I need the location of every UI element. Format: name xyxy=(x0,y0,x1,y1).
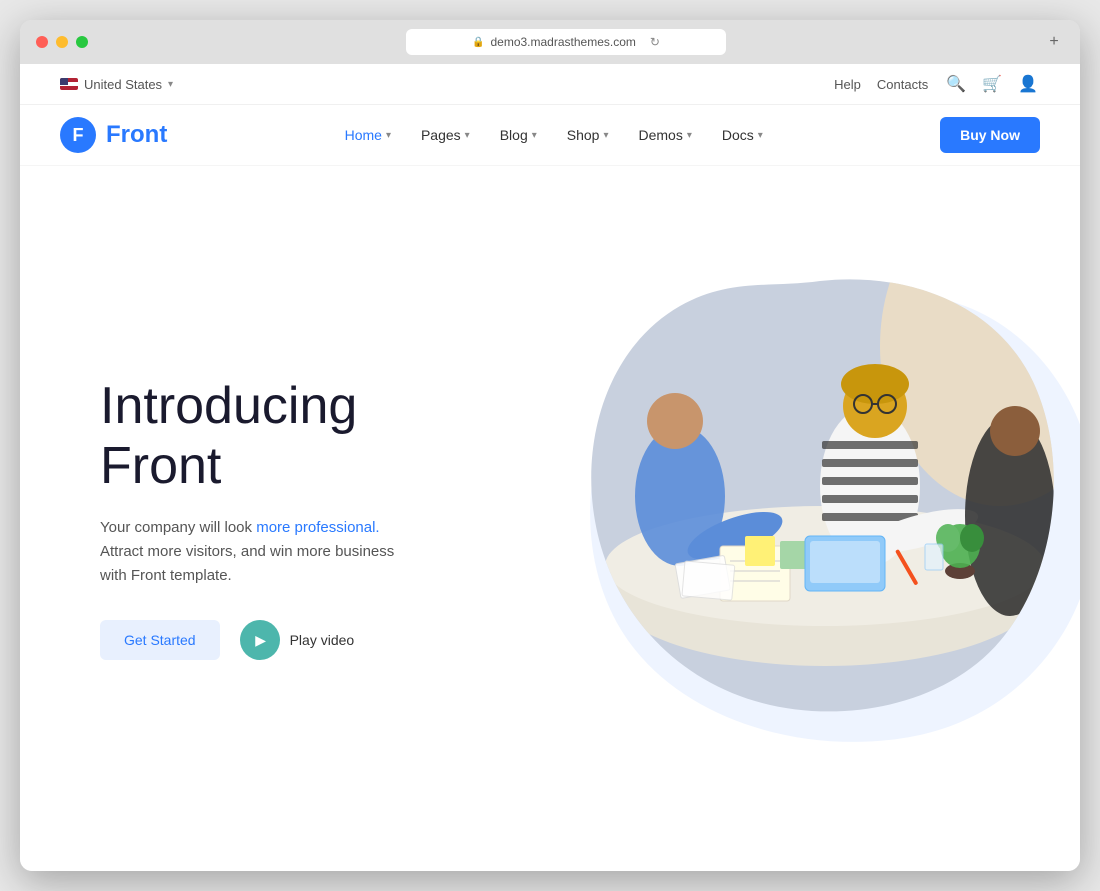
hero-title: Introducing Front xyxy=(100,377,400,497)
hero-actions: Get Started ▶ Play video xyxy=(100,620,400,660)
get-started-button[interactable]: Get Started xyxy=(100,620,220,660)
nav-label-shop: Shop xyxy=(567,127,600,143)
play-video-button[interactable]: ▶ Play video xyxy=(240,620,355,660)
hero-description: Your company will look more professional… xyxy=(100,516,400,588)
new-tab-button[interactable]: + xyxy=(1044,32,1064,52)
hero-title-line2: Front xyxy=(100,437,221,495)
hero-image-container xyxy=(540,246,1080,776)
browser-titlebar: 🔒 demo3.madrasthemes.com ↻ + xyxy=(20,20,1080,64)
nav-item-shop: Shop ▾ xyxy=(555,119,621,151)
top-bar: United States ▾ Help Contacts 🔍 🛒 👤 xyxy=(20,64,1080,105)
address-bar[interactable]: 🔒 demo3.madrasthemes.com ↻ xyxy=(406,29,726,55)
nav-chevron-pages-icon: ▾ xyxy=(465,130,470,141)
buy-now-button[interactable]: Buy Now xyxy=(940,117,1040,153)
lock-icon: 🔒 xyxy=(472,37,484,48)
contacts-link[interactable]: Contacts xyxy=(877,77,928,92)
nav-label-home: Home xyxy=(345,127,382,143)
nav-link-home[interactable]: Home ▾ xyxy=(333,119,403,151)
url-text: demo3.madrasthemes.com xyxy=(490,35,635,49)
nav-chevron-home-icon: ▾ xyxy=(386,130,391,141)
close-btn[interactable] xyxy=(36,36,48,48)
nav-label-pages: Pages xyxy=(421,127,461,143)
hero-title-line1: Introducing xyxy=(100,377,357,435)
locale-chevron-icon: ▾ xyxy=(168,79,173,90)
maximize-btn[interactable] xyxy=(76,36,88,48)
logo-icon: F xyxy=(60,117,96,153)
top-bar-icons: 🔍 🛒 👤 xyxy=(944,72,1040,96)
logo-letter: F xyxy=(73,125,84,146)
nav-link-shop[interactable]: Shop ▾ xyxy=(555,119,621,151)
main-nav: F Front Home ▾ Pages ▾ xyxy=(20,105,1080,166)
team-photo xyxy=(580,266,1070,726)
hero-content: Introducing Front Your company will look… xyxy=(100,377,400,661)
search-icon[interactable]: 🔍 xyxy=(944,72,968,96)
help-link[interactable]: Help xyxy=(834,77,861,92)
flag-icon xyxy=(60,78,78,90)
nav-chevron-demos-icon: ▾ xyxy=(687,130,692,141)
nav-menu: Home ▾ Pages ▾ Blog ▾ xyxy=(333,119,775,151)
hero-desc-suffix: Attract more visitors, and win more busi… xyxy=(100,543,394,584)
nav-label-docs: Docs xyxy=(722,127,754,143)
hero-section: Introducing Front Your company will look… xyxy=(20,166,1080,871)
nav-link-blog[interactable]: Blog ▾ xyxy=(488,119,549,151)
top-bar-right: Help Contacts 🔍 🛒 👤 xyxy=(834,72,1040,96)
nav-link-docs[interactable]: Docs ▾ xyxy=(710,119,775,151)
nav-label-blog: Blog xyxy=(500,127,528,143)
hero-desc-prefix: Your company will look xyxy=(100,519,256,536)
account-icon[interactable]: 👤 xyxy=(1016,72,1040,96)
minimize-btn[interactable] xyxy=(56,36,68,48)
locale-selector[interactable]: United States ▾ xyxy=(60,77,173,92)
address-bar-container: 🔒 demo3.madrasthemes.com ↻ xyxy=(156,29,976,55)
browser-window: 🔒 demo3.madrasthemes.com ↻ + United Stat… xyxy=(20,20,1080,871)
nav-label-demos: Demos xyxy=(639,127,683,143)
hero-desc-highlight: more professional. xyxy=(256,519,379,536)
logo-name: Front xyxy=(106,121,167,149)
nav-link-pages[interactable]: Pages ▾ xyxy=(409,119,482,151)
nav-item-demos: Demos ▾ xyxy=(627,119,704,151)
nav-chevron-shop-icon: ▾ xyxy=(603,130,608,141)
nav-chevron-docs-icon: ▾ xyxy=(758,130,763,141)
nav-item-blog: Blog ▾ xyxy=(488,119,549,151)
locale-label: United States xyxy=(84,77,162,92)
reload-icon[interactable]: ↻ xyxy=(650,35,660,49)
nav-item-home: Home ▾ xyxy=(333,119,403,151)
nav-link-demos[interactable]: Demos ▾ xyxy=(627,119,704,151)
website-content: United States ▾ Help Contacts 🔍 🛒 👤 F Fr… xyxy=(20,64,1080,871)
nav-chevron-blog-icon: ▾ xyxy=(532,130,537,141)
cart-icon[interactable]: 🛒 xyxy=(980,72,1004,96)
logo[interactable]: F Front xyxy=(60,117,167,153)
nav-item-pages: Pages ▾ xyxy=(409,119,482,151)
nav-item-docs: Docs ▾ xyxy=(710,119,775,151)
play-icon: ▶ xyxy=(240,620,280,660)
play-video-label: Play video xyxy=(290,632,355,648)
